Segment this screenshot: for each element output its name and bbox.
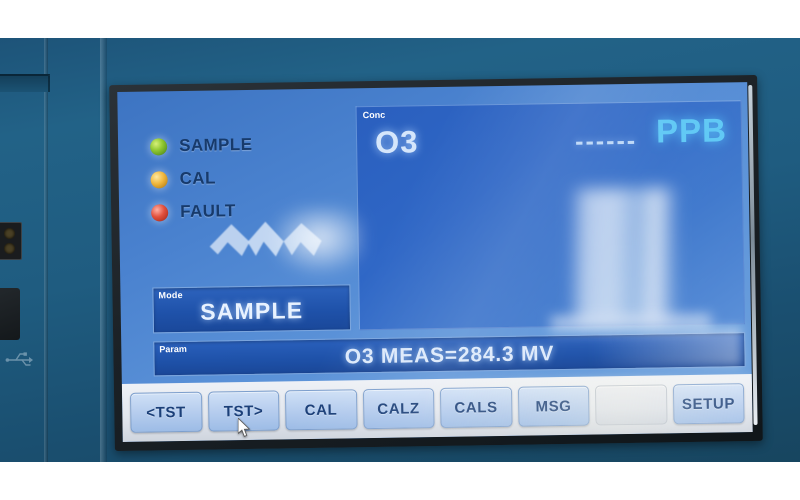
rear-connector-block xyxy=(0,222,22,260)
chassis-recess-slot xyxy=(0,74,50,92)
setup-button[interactable]: SETUP xyxy=(672,383,745,425)
status-led-sample: SAMPLE xyxy=(150,129,330,162)
calibrate-button[interactable]: CAL xyxy=(284,389,358,431)
chassis-seam-left xyxy=(44,34,48,466)
conc-reading-value: ------ xyxy=(574,126,638,156)
letterbox-bottom xyxy=(0,462,800,500)
fault-led-icon xyxy=(151,203,169,221)
softkey-label: CALZ xyxy=(377,399,420,418)
softkey-tray: <TST TST> CAL CALZ CALS MSG SETUP xyxy=(121,374,753,442)
lcd-screen: SAMPLE CAL FAULT Mode SAMPLE Conc O3 ---… xyxy=(117,82,753,442)
cal-led-icon xyxy=(150,170,168,188)
teledyne-chevron-logo xyxy=(209,221,322,257)
connector-pin xyxy=(4,228,15,239)
screenshot-root: SAMPLE CAL FAULT Mode SAMPLE Conc O3 ---… xyxy=(0,0,800,500)
param-bar: Param O3 MEAS=284.3 MV xyxy=(153,332,746,377)
sample-led-icon xyxy=(150,137,168,155)
softkey-label: CAL xyxy=(304,401,338,419)
blank-key[interactable] xyxy=(594,384,668,426)
status-led-label: SAMPLE xyxy=(178,134,253,156)
status-led-label: CAL xyxy=(179,168,216,189)
conc-units-label: PPB xyxy=(655,111,728,150)
letterbox-top xyxy=(0,0,800,38)
conc-gas-label: O3 xyxy=(374,124,419,160)
conc-panel-tag: Conc xyxy=(362,109,386,121)
test-previous-button[interactable]: <TST xyxy=(130,391,203,433)
softkey-row: <TST TST> CAL CALZ CALS MSG SETUP xyxy=(130,383,745,433)
calibrate-span-button[interactable]: CALS xyxy=(439,386,513,428)
concentration-panel: Conc O3 ------ PPB xyxy=(355,100,745,331)
status-led-cal: CAL xyxy=(150,162,330,195)
calibrate-zero-button[interactable]: CALZ xyxy=(362,388,435,430)
chassis-seam-right xyxy=(100,34,107,466)
connector-pin xyxy=(4,243,15,254)
softkey-label: SETUP xyxy=(681,394,736,413)
mode-field: Mode SAMPLE xyxy=(152,284,352,334)
port-cover xyxy=(0,288,20,340)
softkey-label: CALS xyxy=(454,398,498,417)
usb-icon xyxy=(5,352,33,366)
softkey-label: <TST xyxy=(146,403,186,422)
param-bar-value: O3 MEAS=284.3 MV xyxy=(344,342,555,369)
mode-field-value: SAMPLE xyxy=(200,297,304,325)
softkey-label: MSG xyxy=(535,397,572,415)
message-button[interactable]: MSG xyxy=(517,385,590,427)
lcd-bezel: SAMPLE CAL FAULT Mode SAMPLE Conc O3 ---… xyxy=(109,74,763,452)
mouse-cursor xyxy=(238,418,251,437)
